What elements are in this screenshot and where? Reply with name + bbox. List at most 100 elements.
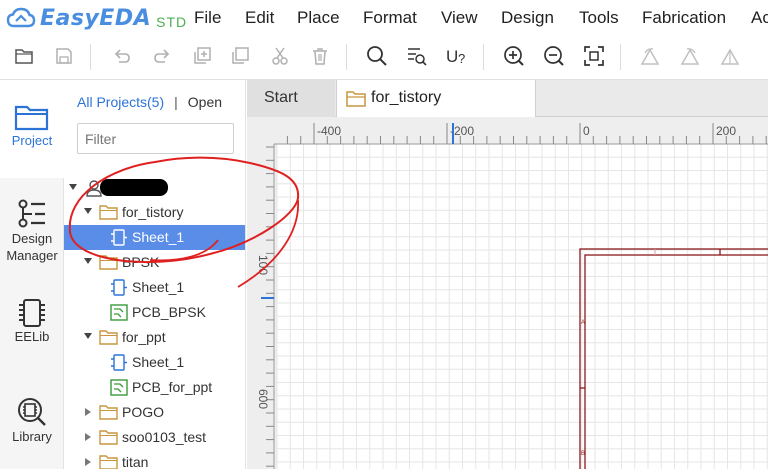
expand-arrow-icon[interactable] [84, 208, 92, 214]
save-icon[interactable] [52, 44, 76, 68]
tree-item-label: PCB_for_ppt [132, 379, 213, 395]
tree-sheet-item[interactable]: Sheet_1 [64, 275, 245, 300]
tab-open-projects[interactable]: Open [188, 94, 222, 110]
search-icon[interactable] [365, 44, 389, 68]
flip-icon[interactable] [718, 44, 742, 68]
logo-edition: STD [156, 14, 188, 30]
toolbar-separator [483, 44, 484, 70]
rail-project[interactable]: Project [0, 80, 64, 178]
menu-advanced[interactable]: Ac [751, 8, 768, 28]
expand-arrow-icon[interactable] [84, 333, 92, 339]
ruler-label: 100 [256, 255, 270, 275]
rail-eelib[interactable]: EELib [0, 298, 64, 358]
ruler-label: -400 [317, 124, 341, 138]
project-folder-icon [99, 204, 118, 223]
zoom-in-icon[interactable] [502, 44, 526, 68]
tab-start[interactable]: Start [247, 80, 335, 117]
menu-edit[interactable]: Edit [245, 8, 274, 28]
menu-file[interactable]: File [194, 8, 221, 28]
tree-pcb-item[interactable]: PCB_BPSK [64, 300, 245, 325]
rail-design-label-1: Design [11, 231, 53, 246]
easyeda-window: EasyEDA STD File Edit Place Format View … [0, 0, 768, 469]
tree-item-label: for_tistory [122, 204, 184, 220]
duplicate-icon[interactable] [190, 44, 214, 68]
redo-icon[interactable] [150, 44, 174, 68]
svg-text:U: U [446, 47, 458, 66]
redacted-username [100, 179, 168, 196]
schematic-sheet-icon [110, 229, 128, 249]
tab-all-projects[interactable]: All Projects(5) [77, 94, 164, 110]
annotate-icon[interactable]: U? [445, 44, 469, 68]
tree-sheet-item[interactable]: Sheet_1 [64, 225, 245, 250]
rotate-right-icon[interactable] [678, 44, 702, 68]
tree-project-item[interactable]: soo0103_test [64, 425, 245, 450]
rail-design-label-2: Manager [6, 248, 58, 263]
editor-tabs: Start for_tistory [247, 80, 768, 117]
expand-arrow-icon[interactable] [69, 184, 77, 190]
toolbar-separator [620, 44, 621, 70]
ruler-label: 200 [716, 124, 736, 138]
rail-library[interactable]: Library [0, 396, 64, 458]
collapse-arrow-icon[interactable] [85, 433, 91, 441]
tree-project-item[interactable]: POGO [64, 400, 245, 425]
frame-zone-label: A [581, 320, 585, 326]
menu-fabrication[interactable]: Fabrication [642, 8, 726, 28]
cut-icon[interactable] [268, 44, 292, 68]
rail-project-label: Project [11, 133, 53, 148]
folder-open-icon[interactable] [12, 44, 36, 68]
delete-icon[interactable] [308, 44, 332, 68]
menu-place[interactable]: Place [297, 8, 340, 28]
project-folder-icon [99, 254, 118, 273]
tree-item-label: titan [122, 454, 149, 469]
tree-project-item[interactable]: titan [64, 450, 245, 469]
collapse-arrow-icon[interactable] [85, 408, 91, 416]
project-panel: All Projects(5) | Open for_tistory Sheet_1 B… [64, 80, 246, 469]
tree-sheet-item[interactable]: Sheet_1 [64, 350, 245, 375]
project-tabs: All Projects(5) | Open [77, 94, 222, 110]
menu-design[interactable]: Design [501, 8, 554, 28]
menu-format[interactable]: Format [363, 8, 417, 28]
project-folder-icon [99, 429, 118, 448]
menu-bar: EasyEDA STD File Edit Place Format View … [0, 0, 768, 36]
tab-start-label: Start [264, 89, 298, 106]
tree-project-item[interactable]: BPSK [64, 250, 245, 275]
canvas-drawing[interactable]: -400 -200 0 200100600AB [247, 117, 768, 469]
rotate-left-icon[interactable] [638, 44, 662, 68]
project-folder-icon [99, 404, 118, 423]
ruler-label: 0 [583, 124, 590, 138]
toolbar-separator [90, 44, 91, 70]
tree-project-item[interactable]: for_tistory [64, 200, 245, 225]
rail-library-label: Library [12, 429, 52, 444]
frame-zone-label: B [581, 451, 585, 457]
rail-design-manager[interactable]: Design Manager [0, 198, 64, 274]
schematic-sheet-icon [110, 354, 128, 374]
chip-icon [0, 298, 64, 328]
app-logo[interactable]: EasyEDA STD [6, 4, 187, 32]
cloud-logo-icon [6, 6, 36, 30]
tree-root-user[interactable] [64, 176, 245, 201]
tree-item-label: POGO [122, 404, 165, 420]
filter-input[interactable] [77, 123, 234, 154]
toolbar-separator [346, 44, 347, 70]
copy-icon[interactable] [228, 44, 252, 68]
cursor-marker-h [452, 123, 454, 144]
schematic-canvas[interactable]: -400 -200 0 200 100 600 A B [247, 117, 768, 469]
tree-item-label: for_ppt [122, 329, 166, 345]
collapse-arrow-icon[interactable] [85, 458, 91, 466]
library-icon [0, 396, 64, 428]
find-list-icon[interactable] [405, 44, 429, 68]
fit-view-icon[interactable] [582, 44, 606, 68]
menu-tools[interactable]: Tools [579, 8, 619, 28]
expand-arrow-icon[interactable] [84, 258, 92, 264]
left-rail: Project Design Manager EELib Library [0, 80, 64, 469]
zoom-out-icon[interactable] [542, 44, 566, 68]
menu-view[interactable]: View [441, 8, 478, 28]
svg-text:?: ? [458, 51, 465, 66]
tab-for-tistory[interactable]: for_tistory [336, 80, 536, 117]
project-folder-icon [0, 102, 64, 132]
tree-item-label: Sheet_1 [132, 354, 185, 370]
tree-pcb-item[interactable]: PCB_for_ppt [64, 375, 245, 400]
undo-icon[interactable] [110, 44, 134, 68]
tree-project-item[interactable]: for_ppt [64, 325, 245, 350]
schematic-sheet-icon [110, 279, 128, 299]
